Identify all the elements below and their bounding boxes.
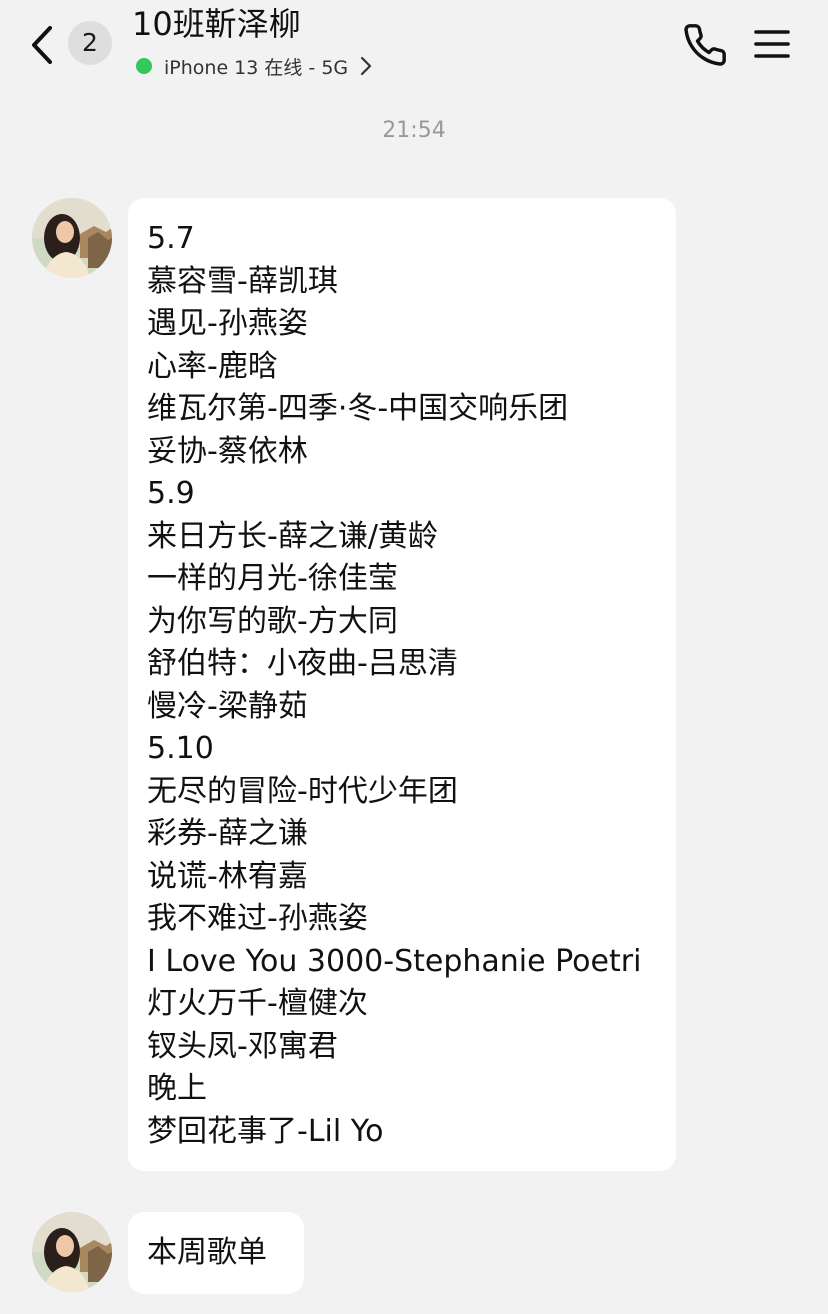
message-line: 一样的月光-徐佳莹 <box>147 561 398 596</box>
message-line: 灯火万千-檀健次 <box>147 986 368 1021</box>
more-menu-button[interactable] <box>752 24 792 64</box>
message-line: 维瓦尔第-四季·冬-中国交响乐团 <box>147 391 569 426</box>
message-line: 5.9 <box>147 476 195 511</box>
message-line: I Love You 3000-Stephanie Poetri <box>147 943 642 979</box>
message-line: 来日方长-薛之谦/黄龄 <box>147 518 438 554</box>
message-bubble-playlist[interactable]: 5.7 慕容雪-薛凯琪 遇见-孙燕姿 心率-鹿晗 维瓦尔第-四季·冬-中国交响乐… <box>128 198 676 1171</box>
message-line: 5.10 <box>147 731 214 766</box>
message-line: 舒伯特：小夜曲-吕思清 <box>147 646 458 681</box>
chevron-right-icon <box>360 56 372 76</box>
message-timestamp: 21:54 <box>382 118 446 143</box>
device-status-text: iPhone 13 在线 - 5G <box>164 56 349 79</box>
message-line: 梦回花事了-Lil Yo <box>147 1113 384 1149</box>
message-line: 我不难过-孙燕姿 <box>147 901 368 936</box>
message-line: 慕容雪-薛凯琪 <box>147 263 338 299</box>
contact-avatar[interactable] <box>32 198 112 278</box>
message-line: 彩券-薛之谦 <box>147 816 308 851</box>
chat-header: 2 10班靳泽柳 iPhone 13 在线 - 5G <box>0 0 828 96</box>
message-line: 说谎-林宥嘉 <box>147 858 308 894</box>
message-line: 为你写的歌-方大同 <box>147 603 398 639</box>
device-status-link[interactable]: iPhone 13 在线 - 5G <box>136 52 372 80</box>
message-line: 晚上 <box>147 1071 207 1106</box>
contact-name[interactable]: 10班靳泽柳 <box>132 4 301 44</box>
back-arrow-icon <box>32 26 52 64</box>
message-line: 心率-鹿晗 <box>147 348 278 384</box>
message-bubble-text[interactable]: 本周歌单 <box>128 1212 304 1294</box>
message-line: 遇见-孙燕姿 <box>147 306 308 341</box>
message-line: 慢冷-梁静茹 <box>147 688 308 724</box>
back-button[interactable] <box>26 22 60 68</box>
message-line: 无尽的冒险-时代少年团 <box>147 773 458 809</box>
voice-call-button[interactable] <box>682 22 728 68</box>
message-line: 妥协-蔡依林 <box>147 433 308 469</box>
menu-icon <box>754 30 790 58</box>
online-status-dot <box>136 58 152 74</box>
phone-icon <box>684 24 726 66</box>
unread-count-badge[interactable]: 2 <box>68 21 112 65</box>
message-line: 5.7 <box>147 221 195 256</box>
contact-avatar[interactable] <box>32 1212 112 1292</box>
message-line: 钗头凤-邓寓君 <box>147 1028 338 1064</box>
